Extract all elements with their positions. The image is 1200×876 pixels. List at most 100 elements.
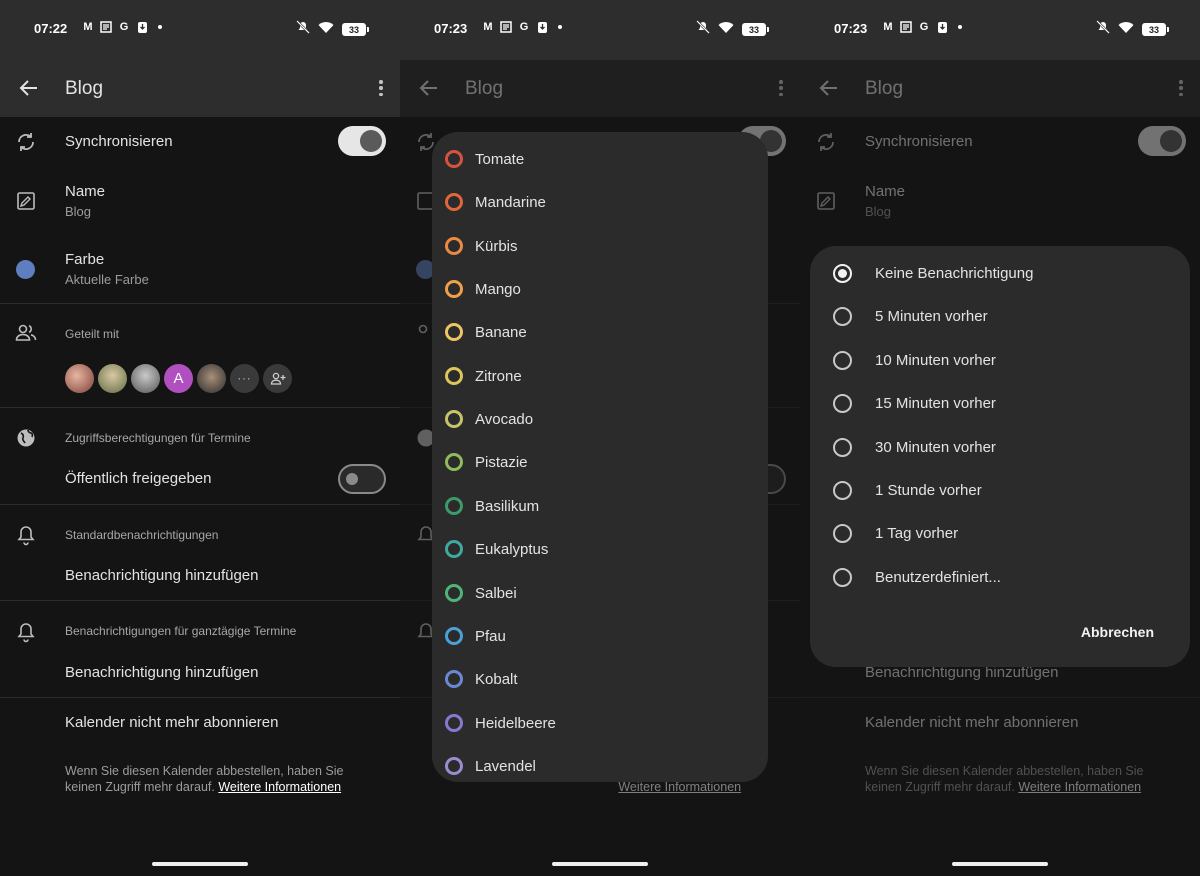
sync-label: Synchronisieren xyxy=(865,133,973,150)
color-ring-icon xyxy=(445,756,463,775)
notification-option-label[interactable]: 1 Stunde vorher xyxy=(875,482,982,499)
notification-option-label[interactable]: Keine Benachrichtigung xyxy=(875,265,1033,282)
status-bar: 07:23 M G 33 xyxy=(800,0,1200,60)
avatar[interactable] xyxy=(98,364,127,393)
google-icon: G xyxy=(919,20,929,33)
back-arrow-icon[interactable] xyxy=(18,77,40,99)
radio-button[interactable] xyxy=(833,437,852,457)
avatar[interactable] xyxy=(65,364,94,393)
unsubscribe-button[interactable]: Kalender nicht mehr abonnieren xyxy=(65,714,278,731)
notification-option-label[interactable]: 15 Minuten vorher xyxy=(875,395,996,412)
color-option-label: Zitrone xyxy=(475,367,522,385)
avatar[interactable] xyxy=(131,364,160,393)
color-picker-sheet: Tomate Mandarine Kürbis Mango Banane Zitrone A… xyxy=(432,132,768,782)
gmail-icon: M xyxy=(83,20,93,33)
notification-option-label[interactable]: Benutzerdefiniert... xyxy=(875,569,1001,586)
color-option[interactable]: Avocado xyxy=(432,399,768,442)
wifi-icon xyxy=(318,21,334,39)
radio-button[interactable] xyxy=(833,394,852,414)
gmail-icon: M xyxy=(883,20,893,33)
sync-toggle[interactable] xyxy=(338,126,386,156)
color-option[interactable]: Banane xyxy=(432,312,768,355)
color-option-label: Pistazie xyxy=(475,454,528,472)
home-indicator[interactable] xyxy=(152,862,248,866)
name-value: Blog xyxy=(865,204,892,219)
add-allday-notification-button[interactable]: Benachrichtigung hinzufügen xyxy=(65,664,258,681)
color-option-label: Eukalyptus xyxy=(475,541,549,559)
app-bar: Blog xyxy=(800,60,1200,117)
notification-option-label[interactable]: 10 Minuten vorher xyxy=(875,352,996,369)
notification-option-label[interactable]: 5 Minuten vorher xyxy=(875,308,988,325)
home-indicator[interactable] xyxy=(952,862,1048,866)
color-ring-icon xyxy=(445,366,463,385)
more-options-icon xyxy=(1176,78,1186,98)
radio-button[interactable] xyxy=(833,524,852,544)
color-option-label: Lavendel xyxy=(475,757,536,775)
color-option[interactable]: Mango xyxy=(432,269,768,312)
radio-button[interactable] xyxy=(833,481,852,500)
color-option[interactable]: Zitrone xyxy=(432,356,768,399)
radio-button[interactable] xyxy=(833,350,852,370)
color-ring-icon xyxy=(445,540,463,559)
radio-button[interactable] xyxy=(833,264,852,283)
divider xyxy=(800,697,1200,698)
color-option[interactable]: Pfau xyxy=(432,616,768,659)
default-notifications-label: Standardbenachrichtigungen xyxy=(65,528,219,542)
status-time: 07:22 xyxy=(34,21,68,36)
unsubscribe-note: Wenn Sie diesen Kalender abbestellen, ha… xyxy=(65,764,344,794)
color-option[interactable]: Kürbis xyxy=(432,226,768,269)
add-notification-button[interactable]: Benachrichtigung hinzufügen xyxy=(65,567,258,584)
home-indicator[interactable] xyxy=(552,862,648,866)
radio-button[interactable] xyxy=(833,567,852,587)
page-title: Blog xyxy=(65,78,104,99)
more-options-icon xyxy=(776,78,786,98)
color-option[interactable]: Heidelbeere xyxy=(432,703,768,746)
allday-notifications-label: Benachrichtigungen für ganztägige Termin… xyxy=(65,624,297,638)
color-ring-icon xyxy=(445,453,463,472)
edit-name-icon xyxy=(817,192,835,210)
color-option[interactable]: Salbei xyxy=(432,573,768,616)
color-option[interactable]: Eukalyptus xyxy=(432,529,768,572)
color-label[interactable]: Farbe xyxy=(65,251,104,268)
globe-icon xyxy=(17,429,35,447)
app-bar: Blog xyxy=(400,60,800,117)
google-icon: G xyxy=(519,20,529,33)
name-value: Blog xyxy=(65,204,92,219)
learn-more-link[interactable]: Weitere Informationen xyxy=(218,780,341,794)
sync-toggle xyxy=(1138,126,1186,156)
current-color-dot[interactable] xyxy=(16,260,35,279)
color-ring-icon xyxy=(445,323,463,342)
news-icon xyxy=(100,20,112,34)
screen-color-picker: 07:23 M G 33 Blog Weitere Informationen … xyxy=(400,0,800,876)
divider xyxy=(0,504,400,505)
color-option[interactable]: Mandarine xyxy=(432,182,768,225)
notification-option-label[interactable]: 1 Tag vorher xyxy=(875,525,958,542)
color-option[interactable]: Kobalt xyxy=(432,659,768,702)
color-option[interactable]: Pistazie xyxy=(432,442,768,485)
bell-icon xyxy=(17,526,35,546)
more-notifications-dot-icon xyxy=(558,25,562,29)
more-options-icon[interactable] xyxy=(376,78,386,98)
avatar[interactable] xyxy=(197,364,226,393)
sync-label: Synchronisieren xyxy=(65,133,173,150)
public-toggle[interactable] xyxy=(338,464,386,494)
color-option[interactable]: Tomate xyxy=(432,139,768,182)
notification-option-label[interactable]: 30 Minuten vorher xyxy=(875,439,996,456)
color-option[interactable]: Basilikum xyxy=(432,486,768,529)
color-option-label: Tomate xyxy=(475,151,525,168)
more-notifications-dot-icon xyxy=(958,25,962,29)
avatar[interactable]: A xyxy=(164,364,193,393)
divider xyxy=(0,407,400,408)
more-people-icon[interactable]: ··· xyxy=(230,364,259,393)
sync-icon xyxy=(18,133,34,151)
name-label[interactable]: Name xyxy=(65,183,105,200)
notification-options-dialog: Keine Benachrichtigung 5 Minuten vorher 10… xyxy=(810,246,1190,667)
news-icon xyxy=(500,20,512,34)
add-person-icon[interactable] xyxy=(263,364,292,393)
color-option[interactable]: Lavendel xyxy=(432,746,768,782)
unsubscribe-button: Kalender nicht mehr abonnieren xyxy=(865,714,1079,731)
radio-button[interactable] xyxy=(833,307,852,327)
page-title: Blog xyxy=(465,78,504,99)
mute-icon xyxy=(696,20,710,39)
cancel-button[interactable]: Abbrechen xyxy=(1081,624,1154,640)
